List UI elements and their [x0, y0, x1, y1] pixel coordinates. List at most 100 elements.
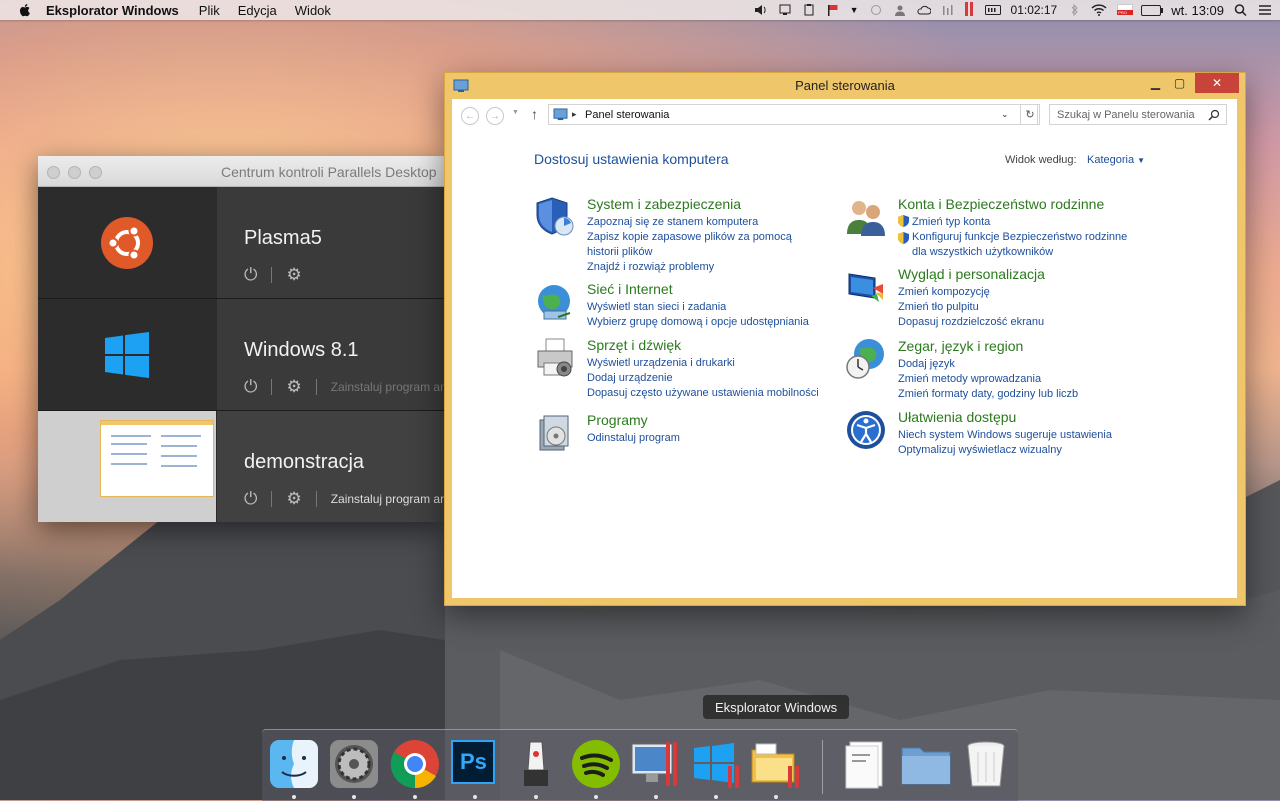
users-icon[interactable] — [845, 196, 887, 238]
spotify-icon[interactable] — [570, 738, 622, 799]
breadcrumb[interactable]: Panel sterowania — [585, 109, 669, 121]
battery-icon[interactable] — [1141, 4, 1164, 16]
vm-item-demonstracja[interactable]: demonstracja ⏻ ⚙ Zainstaluj program ani — [38, 411, 444, 522]
windows-icon[interactable] — [690, 738, 742, 799]
category-link[interactable]: Znajdź i rozwiąż problemy — [587, 260, 822, 275]
clock-globe-icon[interactable] — [845, 338, 887, 380]
spotlight-search-icon[interactable] — [1234, 4, 1248, 16]
menu-view[interactable]: Widok — [295, 3, 331, 18]
category-title[interactable]: Programy — [587, 412, 648, 428]
category-link[interactable]: Dodaj urządzenie — [587, 371, 822, 386]
category-title[interactable]: Sieć i Internet — [587, 281, 673, 297]
vm-item-windows81[interactable]: Windows 8.1 ⏻ ⚙ Zainstaluj program ani — [38, 299, 444, 410]
category-title[interactable]: Wygląd i personalizacja — [898, 266, 1045, 282]
menu-file[interactable]: Plik — [199, 3, 220, 18]
category-link[interactable]: Zmień metody wprowadzania — [898, 372, 1133, 387]
close-button[interactable]: ✕ — [1195, 73, 1239, 93]
category-link[interactable]: Wyświetl urządzenia i drukarki — [587, 356, 822, 371]
dropdown-arrow-icon[interactable]: ▼ — [850, 5, 859, 15]
recent-locations-icon[interactable]: ▼ — [512, 109, 519, 116]
input-source-flag-icon[interactable]: PRO — [1117, 4, 1134, 16]
search-icon[interactable] — [1208, 109, 1220, 121]
up-arrow-icon[interactable]: ↑ — [531, 106, 538, 122]
chrome-icon[interactable] — [389, 738, 441, 799]
power-icon[interactable]: ⏻ — [244, 265, 257, 285]
clock[interactable]: wt. 13:09 — [1171, 3, 1224, 18]
parallels-menu-icon[interactable] — [964, 1, 975, 19]
category-title[interactable]: Ułatwienia dostępu — [898, 409, 1016, 425]
timer-icon[interactable] — [984, 4, 1001, 16]
power-icon[interactable]: ⏻ — [244, 489, 257, 509]
zoom-window-button[interactable] — [89, 166, 102, 179]
category-link[interactable]: Wyświetl stan sieci i zadania — [587, 300, 822, 315]
clipboard-icon[interactable] — [802, 4, 816, 16]
vm-thumbnail[interactable] — [38, 411, 216, 522]
category-title[interactable]: System i zabezpieczenia — [587, 196, 741, 212]
parallels-titlebar[interactable]: Centrum kontroli Parallels Desktop — [38, 156, 444, 187]
settings-gear-icon[interactable]: ⚙ — [286, 377, 301, 397]
vm-item-plasma5[interactable]: Plasma5 ⏻ ⚙ — [38, 187, 444, 298]
install-program-link[interactable]: Zainstaluj program ani — [331, 492, 444, 506]
bluetooth-icon[interactable] — [1067, 4, 1081, 16]
category-link[interactable]: Zmień formaty daty, godziny lub liczb — [898, 387, 1133, 402]
category-link[interactable]: Odinstaluj program — [587, 431, 822, 446]
install-program-link[interactable]: Zainstaluj program ani — [331, 380, 444, 394]
security-shield-icon[interactable] — [534, 196, 576, 238]
photoshop-icon[interactable]: Ps — [449, 738, 501, 799]
breadcrumb-separator-icon[interactable]: ▸ — [572, 109, 577, 120]
category-title[interactable]: Zegar, język i region — [898, 338, 1023, 354]
control-panel-titlebar[interactable]: Panel sterowania ▁ ▢ ✕ — [445, 73, 1245, 99]
address-field[interactable]: ▸ Panel sterowania ⌄ — [548, 104, 1038, 125]
network-globe-icon[interactable] — [534, 281, 576, 323]
cloud-icon[interactable] — [916, 4, 931, 16]
settings-gear-icon[interactable]: ⚙ — [286, 489, 301, 509]
category-link[interactable]: Zapisz kopie zapasowe plików za pomocą h… — [587, 230, 822, 260]
category-link[interactable]: Zmień kompozycję — [898, 285, 1133, 300]
close-window-button[interactable] — [47, 166, 60, 179]
minimize-window-button[interactable] — [68, 166, 81, 179]
view-by-dropdown[interactable]: Kategoria ▼ — [1087, 154, 1145, 166]
category-link[interactable]: Dodaj język — [898, 357, 1133, 372]
programs-icon[interactable] — [534, 412, 576, 454]
refresh-button[interactable]: ↻ — [1020, 104, 1040, 125]
robot-icon[interactable] — [510, 738, 562, 799]
category-link[interactable]: Wybierz grupę domową i opcje udostępnian… — [587, 315, 822, 330]
minimize-button[interactable]: ▁ — [1142, 73, 1169, 93]
back-button[interactable]: ← — [461, 107, 479, 125]
category-link[interactable]: Niech system Windows sugeruje ustawienia — [898, 428, 1133, 443]
printer-icon[interactable] — [534, 337, 576, 379]
appearance-monitor-icon[interactable] — [845, 266, 887, 308]
equalizer-icon[interactable] — [941, 4, 955, 16]
network-monitor-icon[interactable] — [778, 4, 792, 16]
trash-icon[interactable] — [960, 738, 1012, 790]
maximize-button[interactable]: ▢ — [1166, 73, 1193, 93]
finder-icon[interactable] — [268, 738, 320, 799]
category-link[interactable]: Zapoznaj się ze stanem komputera — [587, 215, 822, 230]
category-link[interactable]: Zmień tło pulpitu — [898, 300, 1133, 315]
parallels-desktop-icon[interactable] — [630, 738, 682, 799]
user-icon[interactable] — [893, 4, 907, 16]
vm-thumbnail[interactable] — [38, 299, 216, 410]
power-icon[interactable]: ⏻ — [244, 377, 257, 397]
search-input[interactable]: Szukaj w Panelu sterowania — [1049, 104, 1227, 125]
category-link[interactable]: Dopasuj rozdzielczość ekranu — [898, 315, 1133, 330]
menu-edit[interactable]: Edycja — [238, 3, 277, 18]
category-title[interactable]: Konta i Bezpieczeństwo rodzinne — [898, 196, 1104, 212]
active-app-name[interactable]: Eksplorator Windows — [46, 3, 179, 18]
category-title[interactable]: Sprzęt i dźwięk — [587, 337, 681, 353]
address-dropdown-icon[interactable]: ⌄ — [1001, 109, 1009, 120]
notification-center-icon[interactable] — [1258, 4, 1272, 16]
category-link[interactable]: Optymalizuj wyświetlacz wizualny — [898, 443, 1133, 458]
system-preferences-icon[interactable] — [328, 738, 380, 799]
settings-gear-icon[interactable]: ⚙ — [286, 265, 301, 285]
apple-icon[interactable] — [18, 3, 32, 17]
ease-of-access-icon[interactable] — [845, 409, 887, 451]
category-link[interactable]: Dopasuj często używane ustawienia mobiln… — [587, 386, 822, 401]
windows-explorer-icon[interactable] — [750, 738, 802, 799]
category-link[interactable]: Zmień typ konta — [898, 215, 1133, 230]
forward-button[interactable]: → — [486, 107, 504, 125]
vm-thumbnail[interactable] — [38, 187, 216, 298]
folder-icon[interactable] — [900, 738, 952, 790]
volume-icon[interactable] — [754, 4, 768, 16]
timer-readout[interactable]: 01:02:17 — [1011, 3, 1058, 17]
